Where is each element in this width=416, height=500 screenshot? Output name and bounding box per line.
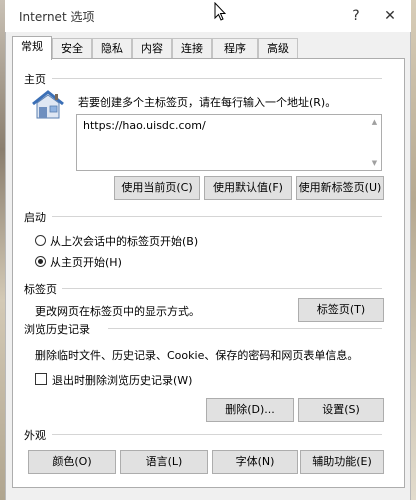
use-new-tab-button[interactable]: 使用新标签页(U) [296,176,384,200]
tabs-settings-button[interactable]: 标签页(T) [298,298,384,322]
radio-selected-dot [38,259,43,264]
history-settings-button[interactable]: 设置(S) [298,398,384,422]
window-title: Internet 选项 [19,10,95,24]
delete-on-exit-checkbox[interactable] [35,373,47,385]
appearance-heading: 外观 [24,429,46,442]
radio-last-session[interactable] [35,235,46,246]
tab-programs[interactable]: 程序 [212,38,258,58]
scroll-up-arrow-icon[interactable]: ▲ [370,118,379,126]
startup-divider [52,216,382,217]
homepage-description: 若要创建多个主标签页，请在每行输入一个地址(R)。 [78,96,337,109]
tab-connections[interactable]: 连接 [172,38,212,58]
history-heading: 浏览历史记录 [24,323,90,336]
tab-privacy[interactable]: 隐私 [92,38,132,58]
house-icon [32,90,64,119]
radio-last-session-label[interactable]: 从上次会话中的标签页开始(B) [50,233,198,249]
tabs-description: 更改网页在标签页中的显示方式。 [35,305,200,318]
history-description: 删除临时文件、历史记录、Cookie、保存的密码和网页表单信息。 [35,349,359,362]
homepage-divider [52,78,382,79]
close-button[interactable]: ✕ [377,4,403,28]
tabs-divider [62,288,382,289]
homepage-heading: 主页 [24,73,46,86]
radio-homepage-label[interactable]: 从主页开始(H) [50,254,122,270]
accessibility-button[interactable]: 辅助功能(E) [300,450,384,474]
mouse-cursor-icon [214,2,226,21]
use-default-button[interactable]: 使用默认值(F) [204,176,292,200]
homepage-url-textarea[interactable]: https://hao.uisdc.com/ ▲ ▼ [76,114,382,171]
help-button[interactable]: ? [343,4,369,28]
radio-homepage[interactable] [35,256,46,267]
tab-general[interactable]: 常规 [12,36,52,60]
startup-heading: 启动 [24,211,46,224]
fonts-button[interactable]: 字体(N) [212,450,298,474]
history-divider [108,328,382,329]
colors-button[interactable]: 颜色(O) [28,450,116,474]
delete-history-button[interactable]: 删除(D)... [206,398,294,422]
scroll-down-arrow-icon[interactable]: ▼ [370,159,379,167]
appearance-divider [52,434,382,435]
languages-button[interactable]: 语言(L) [120,450,208,474]
background-window-edge-right [411,0,416,500]
title-bar[interactable]: Internet 选项 ? ✕ [5,0,411,32]
tabs-heading: 标签页 [24,283,57,296]
use-current-button[interactable]: 使用当前页(C) [114,176,200,200]
delete-on-exit-label[interactable]: 退出时删除浏览历史记录(W) [52,372,192,388]
tab-content[interactable]: 内容 [132,38,172,58]
homepage-url-value: https://hao.uisdc.com/ [83,119,206,132]
tab-advanced[interactable]: 高级 [258,38,298,58]
tab-security[interactable]: 安全 [52,38,92,58]
